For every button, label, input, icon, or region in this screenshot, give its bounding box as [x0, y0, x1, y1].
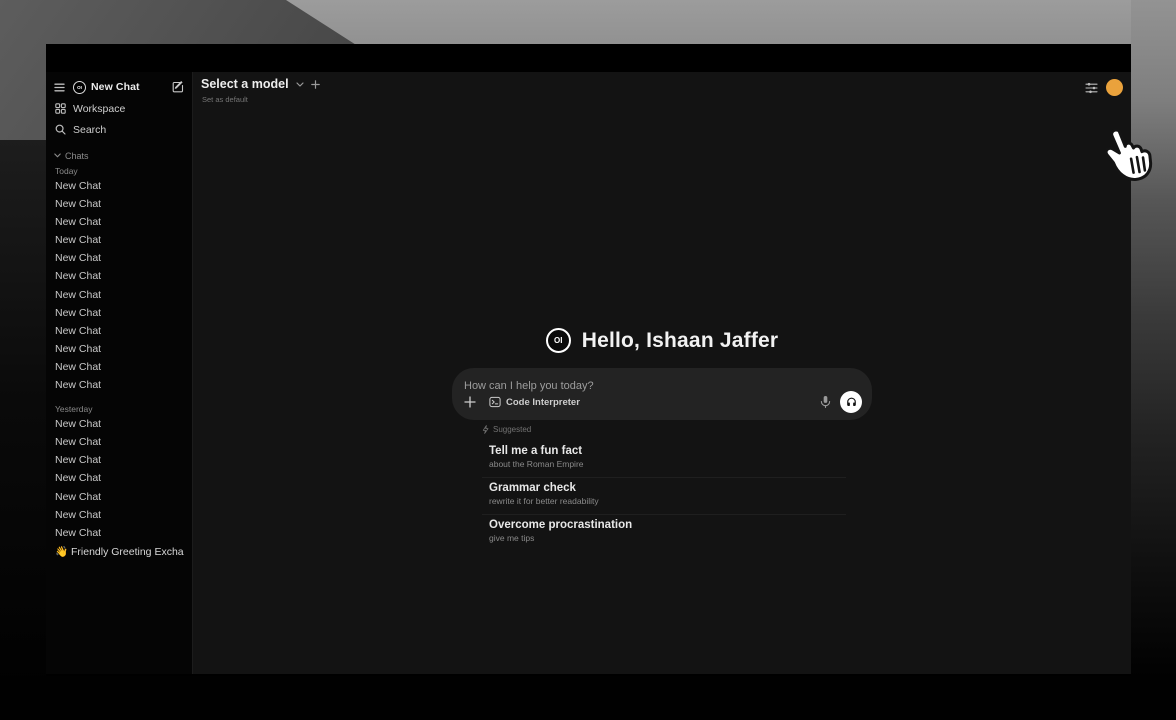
suggestion-subtitle: give me tips — [489, 533, 846, 544]
chat-list-item[interactable]: New Chat — [54, 433, 184, 451]
suggestion-title: Grammar check — [489, 481, 846, 495]
chat-list-item[interactable]: New Chat — [54, 469, 184, 487]
suggested-bolt-icon — [482, 425, 489, 434]
chat-list-today: New ChatNew ChatNew ChatNew ChatNew Chat… — [54, 177, 184, 394]
suggestion-title: Overcome procrastination — [489, 518, 846, 532]
chat-list-item[interactable]: New Chat — [54, 304, 184, 322]
window-titlebar — [46, 44, 1131, 72]
screen: OI New Chat Workspace — [0, 0, 1176, 720]
main-panel: Select a model Set as default — [193, 72, 1131, 674]
app-logo-icon: OI — [73, 81, 86, 94]
sidebar: OI New Chat Workspace — [46, 72, 193, 674]
suggestion-subtitle: rewrite it for better readability — [489, 496, 846, 507]
chat-list-item[interactable]: New Chat — [54, 376, 184, 394]
chevron-down-icon — [54, 153, 61, 158]
desktop-background-right — [1131, 0, 1176, 720]
chat-list-item[interactable]: New Chat — [54, 213, 184, 231]
suggestion-item[interactable]: Tell me a fun fact about the Roman Empir… — [482, 441, 846, 478]
code-interpreter-toggle[interactable]: Code Interpreter — [489, 396, 580, 408]
search-icon — [55, 124, 66, 135]
chat-list-item[interactable]: New Chat — [54, 488, 184, 506]
model-chevron-icon[interactable] — [296, 82, 304, 87]
desktop-background-left — [0, 140, 46, 720]
brand-label: New Chat — [91, 81, 140, 93]
chat-list-item[interactable]: New Chat — [54, 506, 184, 524]
chat-list-yesterday: New ChatNew ChatNew ChatNew ChatNew Chat… — [54, 415, 184, 542]
greeting: OI Hello, Ishaan Jaffer — [193, 328, 1131, 353]
chat-list-item[interactable]: New Chat — [54, 524, 184, 542]
chats-section-toggle[interactable]: Chats — [54, 149, 184, 162]
chats-section-label: Chats — [65, 151, 89, 161]
model-selector[interactable]: Select a model — [201, 77, 289, 91]
add-model-icon[interactable] — [311, 80, 320, 89]
chat-list-item-greeting-exchange[interactable]: 👋 Friendly Greeting Exchange — [54, 543, 184, 561]
set-as-default-link[interactable]: Set as default — [202, 95, 248, 104]
settings-icon[interactable] — [1085, 82, 1098, 94]
sidebar-toggle-icon[interactable] — [54, 83, 65, 92]
code-interpreter-label: Code Interpreter — [506, 397, 580, 408]
chat-list-item[interactable]: New Chat — [54, 249, 184, 267]
chat-list-item[interactable]: New Chat — [54, 177, 184, 195]
code-interpreter-icon — [489, 396, 501, 408]
suggestion-subtitle: about the Roman Empire — [489, 459, 846, 470]
chat-group-label-today: Today — [54, 165, 184, 177]
chat-list-item[interactable]: New Chat — [54, 358, 184, 376]
sidebar-item-label: Workspace — [73, 103, 125, 115]
voice-call-button[interactable] — [840, 391, 862, 413]
suggested-label: Suggested — [493, 425, 531, 434]
workspace-icon — [55, 103, 66, 114]
chat-group-label-yesterday: Yesterday — [54, 403, 184, 415]
suggestion-item[interactable]: Grammar check rewrite it for better read… — [482, 478, 846, 515]
brand[interactable]: OI New Chat — [73, 81, 172, 94]
app-window: OI New Chat Workspace — [46, 44, 1131, 674]
suggested-section: Suggested Tell me a fun fact about the R… — [452, 424, 872, 551]
chat-list-item[interactable]: New Chat — [54, 195, 184, 213]
chat-list-item[interactable]: New Chat — [54, 322, 184, 340]
user-avatar[interactable] — [1106, 79, 1123, 96]
chat-list-item[interactable]: New Chat — [54, 451, 184, 469]
chat-input-card: Code Interpreter — [452, 368, 872, 420]
desktop-background-bottom — [0, 676, 1176, 720]
sidebar-item-search[interactable]: Search — [54, 121, 184, 138]
app-logo-icon: OI — [546, 328, 571, 353]
chat-list-item[interactable]: New Chat — [54, 415, 184, 433]
new-chat-icon[interactable] — [172, 81, 184, 93]
suggestion-list: Tell me a fun fact about the Roman Empir… — [482, 441, 846, 551]
headphones-icon — [845, 396, 858, 409]
sidebar-item-label: Search — [73, 124, 106, 136]
attach-plus-icon[interactable] — [464, 396, 476, 408]
suggestion-item[interactable]: Overcome procrastination give me tips — [482, 515, 846, 551]
chat-list-item[interactable]: New Chat — [54, 286, 184, 304]
greeting-text: Hello, Ishaan Jaffer — [582, 329, 779, 353]
chat-list-item[interactable]: New Chat — [54, 267, 184, 285]
chat-list-item[interactable]: New Chat — [54, 340, 184, 358]
microphone-icon[interactable] — [820, 395, 831, 409]
suggestion-title: Tell me a fun fact — [489, 444, 846, 458]
chat-list-item[interactable]: New Chat — [54, 231, 184, 249]
sidebar-item-workspace[interactable]: Workspace — [54, 100, 184, 117]
sidebar-header: OI New Chat — [54, 78, 184, 96]
